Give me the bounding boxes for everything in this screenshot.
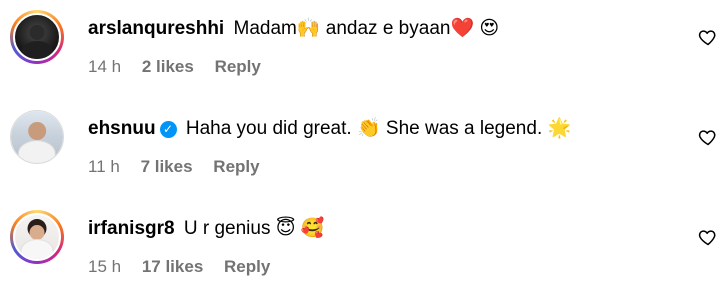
avatar[interactable]: [10, 210, 64, 264]
heart-outline-icon[interactable]: [698, 27, 718, 47]
username[interactable]: irfanisgr8: [88, 218, 175, 239]
comment-meta: 11 h 7 likes Reply: [88, 157, 276, 177]
comment-meta: 15 h 17 likes Reply: [88, 257, 286, 277]
reply-button[interactable]: Reply: [215, 57, 261, 76]
username[interactable]: ehsnuu: [88, 118, 156, 139]
avatar-figure-body: [20, 239, 54, 259]
likes-count[interactable]: 2 likes: [142, 57, 194, 76]
heart-outline-icon[interactable]: [698, 127, 718, 147]
likes-count[interactable]: 17 likes: [142, 257, 203, 276]
username[interactable]: arslanqureshhi: [88, 18, 224, 39]
timestamp[interactable]: 15 h: [88, 257, 121, 276]
reply-button[interactable]: Reply: [213, 157, 259, 176]
comment-line: ehsnuu ✓ Haha you did great. 👏 She was a …: [88, 117, 571, 141]
heart-outline-icon[interactable]: [698, 227, 718, 247]
avatar-image: [13, 213, 61, 261]
avatar-figure-head: [28, 122, 46, 141]
timestamp[interactable]: 14 h: [88, 57, 121, 76]
verified-badge-icon: ✓: [159, 121, 177, 138]
timestamp[interactable]: 11 h: [88, 157, 120, 176]
comment-text: Haha you did great. 👏 She was a legend. …: [185, 118, 572, 139]
avatar[interactable]: [10, 110, 64, 164]
avatar-figure-head: [29, 224, 45, 240]
comment-text: Madam🙌 andaz e byaan❤️ 😍: [233, 18, 500, 39]
comment-item: arslanqureshhi Madam🙌 andaz e byaan❤️ 😍 …: [0, 0, 725, 90]
comment-line: irfanisgr8 U r genius 😇 🥰: [88, 217, 325, 241]
comments-list: arslanqureshhi Madam🙌 andaz e byaan❤️ 😍 …: [0, 0, 725, 284]
avatar-image: [11, 111, 63, 163]
avatar-figure-body: [17, 140, 57, 163]
comment-item: irfanisgr8 U r genius 😇 🥰 15 h 17 likes …: [0, 200, 725, 290]
comment-line: arslanqureshhi Madam🙌 andaz e byaan❤️ 😍: [88, 17, 499, 41]
comment-text: U r genius 😇 🥰: [183, 218, 325, 239]
avatar-figure-head: [29, 24, 45, 40]
comment-meta: 14 h 2 likes Reply: [88, 57, 277, 77]
comment-item: ehsnuu ✓ Haha you did great. 👏 She was a …: [0, 100, 725, 190]
likes-count[interactable]: 7 likes: [141, 157, 193, 176]
avatar-image: [13, 13, 61, 61]
reply-button[interactable]: Reply: [224, 257, 270, 276]
avatar-figure-body: [21, 41, 53, 59]
avatar[interactable]: [10, 10, 64, 64]
